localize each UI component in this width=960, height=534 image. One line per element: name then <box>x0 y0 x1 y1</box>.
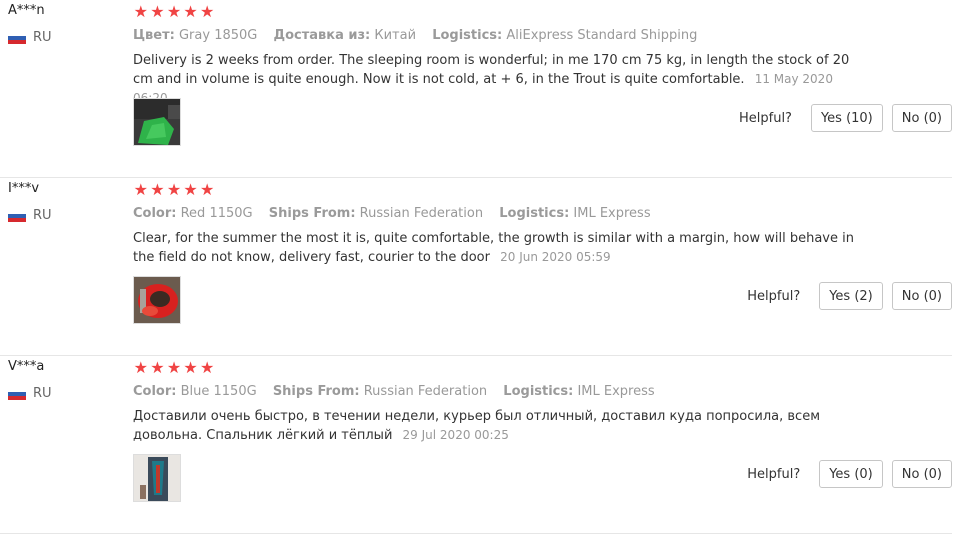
review-meta: Color: Blue 1150G Ships From: Russian Fe… <box>133 384 667 399</box>
star-icon: ★ <box>200 358 215 377</box>
country-code: RU <box>33 30 52 45</box>
meta-value: IML Express <box>577 384 655 399</box>
meta-value: Russian Federation <box>359 206 484 221</box>
helpful-label: Helpful? <box>738 110 792 126</box>
meta-value: AliExpress Standard Shipping <box>506 28 698 43</box>
meta-value: Gray 1850G <box>178 28 258 43</box>
meta-key: Ships From: <box>268 206 356 221</box>
star-icon: ★ <box>183 180 198 199</box>
helpful-yes-button[interactable]: Yes (2) <box>819 282 883 310</box>
helpful-no-button[interactable]: No (0) <box>891 282 952 310</box>
meta-value: Китай <box>374 28 417 43</box>
helpful-yes-button[interactable]: Yes (0) <box>819 460 883 488</box>
country-code: RU <box>33 208 52 223</box>
review-text: Clear, for the summer the most it is, qu… <box>133 230 863 267</box>
star-icon: ★ <box>166 2 182 21</box>
star-icon: ★ <box>200 2 215 21</box>
reviewer-name: V***a <box>8 359 45 374</box>
meta-key: Logistics: <box>432 28 503 43</box>
helpful-yes-button[interactable]: Yes (10) <box>810 104 883 132</box>
helpful-vote: Helpful? Yes (10) No (0) <box>739 104 952 132</box>
review-content: Clear, for the summer the most it is, qu… <box>133 231 854 265</box>
reviewer-country: RU <box>8 386 52 401</box>
helpful-vote: Helpful? Yes (0) No (0) <box>747 460 952 488</box>
meta-key: Logistics: <box>503 384 574 399</box>
star-icon: ★ <box>166 358 182 377</box>
review-meta: Color: Red 1150G Ships From: Russian Fed… <box>133 206 663 221</box>
meta-key: Color: <box>133 384 177 399</box>
review-item: V***a RU ★ ★ ★ ★ ★ Color: Blue 1150G Shi… <box>0 356 952 534</box>
review-meta: Цвет: Gray 1850G Доставка из: Китай Logi… <box>133 28 709 43</box>
star-rating: ★ ★ ★ ★ ★ <box>133 2 215 22</box>
review-date: 20 Jun 2020 05:59 <box>500 250 611 264</box>
helpful-label: Helpful? <box>747 466 801 482</box>
review-text: Delivery is 2 weeks from order. The slee… <box>133 52 863 108</box>
helpful-vote: Helpful? Yes (2) No (0) <box>747 282 952 310</box>
russia-flag-icon <box>8 209 26 222</box>
reviewer-country: RU <box>8 208 52 223</box>
review-item: I***v RU ★ ★ ★ ★ ★ Color: Red 1150G Ship… <box>0 178 952 356</box>
review-text: Доставили очень быстро, в течении недели… <box>133 408 863 445</box>
star-icon: ★ <box>133 358 148 377</box>
review-date: 29 Jul 2020 00:25 <box>402 428 509 442</box>
meta-value: IML Express <box>573 206 651 221</box>
russia-flag-icon <box>8 31 26 44</box>
helpful-no-button[interactable]: No (0) <box>891 104 952 132</box>
star-rating: ★ ★ ★ ★ ★ <box>133 180 215 200</box>
meta-key: Color: <box>133 206 177 221</box>
star-icon: ★ <box>166 180 182 199</box>
star-icon: ★ <box>183 2 198 21</box>
star-icon: ★ <box>183 358 198 377</box>
star-icon: ★ <box>133 2 148 21</box>
review-photo[interactable] <box>133 98 181 146</box>
reviewer-name: I***v <box>8 181 40 196</box>
star-icon: ★ <box>150 358 165 377</box>
meta-value: Russian Federation <box>363 384 488 399</box>
country-code: RU <box>33 386 52 401</box>
meta-key: Logistics: <box>499 206 570 221</box>
russia-flag-icon <box>8 387 26 400</box>
review-content: Delivery is 2 weeks from order. The slee… <box>133 53 850 87</box>
review-item: A***n RU ★ ★ ★ ★ ★ Цвет: Gray 1850G Дост… <box>0 0 952 178</box>
review-photo[interactable] <box>133 276 181 324</box>
helpful-label: Helpful? <box>747 288 801 304</box>
meta-key: Доставка из: <box>273 28 371 43</box>
star-icon: ★ <box>150 180 165 199</box>
star-icon: ★ <box>200 180 215 199</box>
star-icon: ★ <box>150 2 165 21</box>
helpful-no-button[interactable]: No (0) <box>891 460 952 488</box>
meta-value: Blue 1150G <box>180 384 257 399</box>
reviewer-country: RU <box>8 30 52 45</box>
meta-key: Цвет: <box>133 28 175 43</box>
meta-value: Red 1150G <box>180 206 253 221</box>
star-rating: ★ ★ ★ ★ ★ <box>133 358 215 378</box>
reviewer-name: A***n <box>8 3 45 18</box>
meta-key: Ships From: <box>272 384 360 399</box>
review-photo[interactable] <box>133 454 181 502</box>
star-icon: ★ <box>133 180 148 199</box>
